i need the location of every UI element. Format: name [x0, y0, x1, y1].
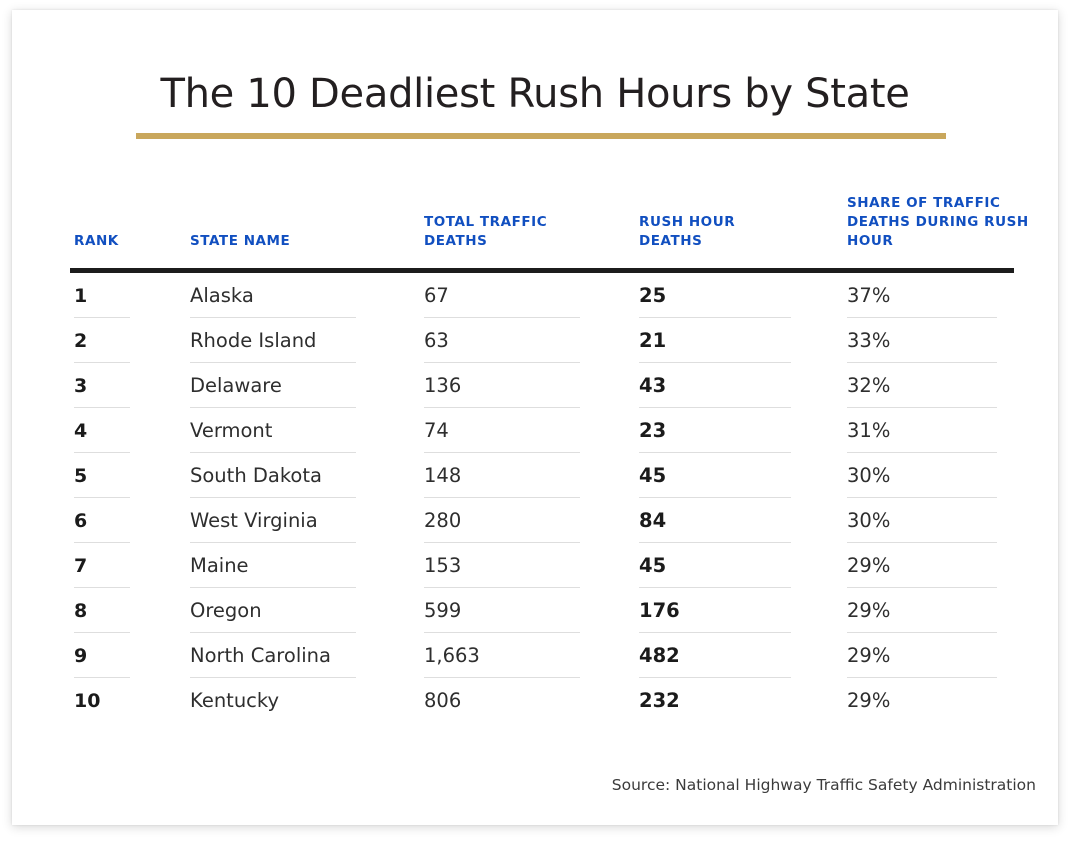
cell-share: 29% [847, 689, 891, 712]
cell-share: 29% [847, 588, 1032, 633]
cell-total-traffic-deaths: 74 [424, 408, 604, 453]
data-table: RANK STATE NAME TOTAL TRAFFIC DEATHS RUS… [58, 188, 1028, 712]
cell-state: Oregon [190, 588, 410, 633]
cell-state: Rhode Island [190, 318, 410, 363]
cell-total-traffic-deaths: 63 [424, 318, 604, 363]
cell-rank: 4 [74, 408, 184, 453]
cell-rank: 10 [74, 689, 101, 712]
cell-share: 37% [847, 273, 1032, 318]
cell-rush-hour-deaths: 232 [639, 689, 680, 712]
table-row: 3 Delaware 136 43 32% [58, 363, 1016, 408]
cell-rank: 2 [74, 318, 184, 363]
cell-state: West Virginia [190, 498, 410, 543]
cell-total-traffic-deaths: 148 [424, 453, 604, 498]
table-row: 2 Rhode Island 63 21 33% [58, 318, 1016, 363]
table-header-row: RANK STATE NAME TOTAL TRAFFIC DEATHS RUS… [58, 188, 1028, 268]
cell-total-traffic-deaths: 136 [424, 363, 604, 408]
table-row: 5 South Dakota 148 45 30% [58, 453, 1016, 498]
title-accent-rule [136, 133, 946, 139]
column-header-state-name: STATE NAME [190, 233, 291, 249]
cell-total-traffic-deaths: 1,663 [424, 633, 604, 678]
cell-rank: 7 [74, 543, 184, 588]
cell-rush-hour-deaths: 23 [639, 408, 799, 453]
cell-rank: 6 [74, 498, 184, 543]
table-body: 1 Alaska 67 25 37% 2 Rhode Island 63 21 … [58, 273, 1016, 723]
page-title: The 10 Deadliest Rush Hours by State [160, 71, 910, 117]
cell-total-traffic-deaths: 806 [424, 689, 462, 712]
cell-share: 29% [847, 633, 1032, 678]
cell-state: Delaware [190, 363, 410, 408]
cell-share: 29% [847, 543, 1032, 588]
table-row: 7 Maine 153 45 29% [58, 543, 1016, 588]
cell-state: South Dakota [190, 453, 410, 498]
cell-rush-hour-deaths: 482 [639, 633, 799, 678]
cell-state: Vermont [190, 408, 410, 453]
cell-share: 32% [847, 363, 1032, 408]
cell-rush-hour-deaths: 84 [639, 498, 799, 543]
cell-rank: 1 [74, 273, 184, 318]
cell-share: 30% [847, 453, 1032, 498]
page-canvas: The 10 Deadliest Rush Hours by State RAN… [0, 0, 1080, 841]
cell-rush-hour-deaths: 176 [639, 588, 799, 633]
table-row: 6 West Virginia 280 84 30% [58, 498, 1016, 543]
cell-state: North Carolina [190, 633, 410, 678]
cell-state: Alaska [190, 273, 410, 318]
column-header-rush-hour-deaths: RUSH HOUR DEATHS [639, 214, 736, 249]
cell-total-traffic-deaths: 67 [424, 273, 604, 318]
cell-share: 31% [847, 408, 1032, 453]
column-header-share-of-traffic-deaths: SHARE OF TRAFFIC DEATHS DURING RUSH HOUR [847, 195, 1029, 249]
table-row: 9 North Carolina 1,663 482 29% [58, 633, 1016, 678]
cell-rush-hour-deaths: 45 [639, 543, 799, 588]
cell-rank: 5 [74, 453, 184, 498]
cell-rush-hour-deaths: 21 [639, 318, 799, 363]
cell-rush-hour-deaths: 25 [639, 273, 799, 318]
cell-rank: 9 [74, 633, 184, 678]
table-row: 10 Kentucky 806 232 29% [58, 678, 1016, 723]
table-row: 8 Oregon 599 176 29% [58, 588, 1016, 633]
column-header-total-traffic-deaths: TOTAL TRAFFIC DEATHS [424, 214, 548, 249]
column-header-rank: RANK [74, 233, 119, 249]
cell-rush-hour-deaths: 43 [639, 363, 799, 408]
cell-total-traffic-deaths: 599 [424, 588, 604, 633]
cell-rush-hour-deaths: 45 [639, 453, 799, 498]
cell-total-traffic-deaths: 153 [424, 543, 604, 588]
source-attribution: Source: National Highway Traffic Safety … [611, 776, 1036, 794]
cell-state: Maine [190, 543, 410, 588]
table-row: 4 Vermont 74 23 31% [58, 408, 1016, 453]
cell-rank: 3 [74, 363, 184, 408]
infographic-card: The 10 Deadliest Rush Hours by State RAN… [12, 10, 1058, 825]
cell-total-traffic-deaths: 280 [424, 498, 604, 543]
cell-share: 30% [847, 498, 1032, 543]
cell-state: Kentucky [190, 689, 280, 712]
table-row: 1 Alaska 67 25 37% [58, 273, 1016, 318]
cell-rank: 8 [74, 588, 184, 633]
cell-share: 33% [847, 318, 1032, 363]
